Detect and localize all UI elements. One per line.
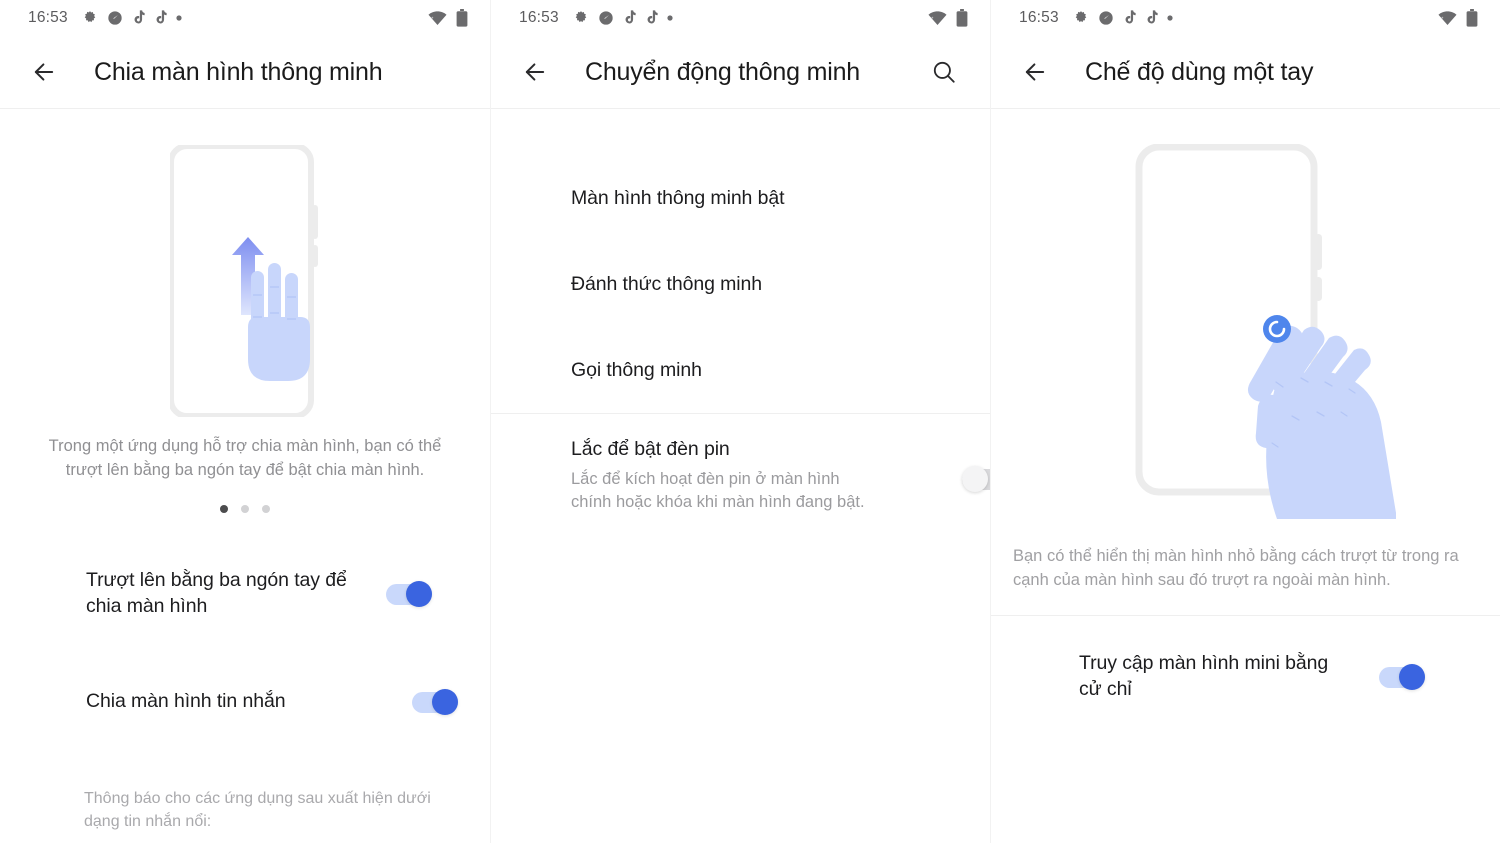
status-bar-time: 16:53 (28, 9, 68, 26)
toggle-knob (432, 688, 458, 715)
list-item-label: Màn hình thông minh bật (571, 186, 785, 209)
toggle-knob (962, 466, 988, 492)
battery-icon (956, 9, 968, 27)
panel-smart-split-screen: 16:53 Chia màn hình thông minh Trong một… (0, 0, 490, 843)
tiktok-note-icon (132, 10, 145, 26)
gear-icon (1073, 10, 1089, 26)
setting-text-block: Lắc để bật đèn pin Lắc để kích hoạt đèn … (571, 438, 962, 515)
status-bar-1: 16:53 (0, 0, 490, 36)
hand-edge-swipe-phone-illustration (991, 109, 1500, 519)
list-item-smart-call[interactable]: Gọi thông minh (491, 327, 990, 413)
app-bar-3: Chế độ dùng một tay (991, 36, 1500, 108)
back-arrow-icon[interactable] (22, 50, 66, 94)
speedometer-icon (1098, 10, 1114, 26)
status-bar-left-icons (82, 10, 182, 26)
status-bar-right-icons (1438, 9, 1478, 27)
setting-row-shake-flashlight[interactable]: Lắc để bật đèn pin Lắc để kích hoạt đèn … (491, 414, 990, 525)
tiktok-note-icon (1145, 10, 1158, 26)
status-bar-right-icons (928, 9, 968, 27)
wifi-icon (1438, 10, 1457, 26)
illustration-description: Trong một ứng dụng hỗ trợ chia màn hình,… (48, 437, 442, 479)
battery-icon (1466, 9, 1478, 27)
pager-dot-1[interactable] (220, 504, 228, 513)
list-item-label: Gọi thông minh (571, 358, 702, 381)
setting-row-three-finger-split[interactable]: Trượt lên bằng ba ngón tay để chia màn h… (0, 557, 490, 631)
gear-icon (573, 10, 589, 26)
footer-note: Thông báo cho các ứng dụng sau xuất hiện… (84, 789, 431, 831)
dot-icon (1167, 15, 1173, 21)
wifi-icon (928, 10, 947, 26)
list-item-label: Đánh thức thông minh (571, 272, 763, 295)
status-bar-left-icons (1073, 10, 1173, 26)
list-item-smart-wake[interactable]: Đánh thức thông minh (491, 241, 990, 327)
setting-row-message-split[interactable]: Chia màn hình tin nhắn (0, 665, 490, 739)
panel-one-handed-mode: 16:53 Chế độ dùng một tay Bạn có thể hiể… (990, 0, 1500, 843)
page-title: Chế độ dùng một tay (1085, 57, 1314, 86)
speedometer-icon (598, 10, 614, 26)
section-divider (991, 614, 1500, 616)
tiktok-note-icon (1123, 10, 1136, 26)
status-bar-right-icons (428, 9, 468, 27)
status-bar-left-icons (573, 10, 673, 26)
status-bar-time: 16:53 (519, 9, 559, 26)
wifi-icon (428, 10, 447, 26)
status-bar-3: 16:53 (991, 0, 1500, 36)
toggle-three-finger-split[interactable] (386, 580, 432, 607)
tiktok-note-icon (623, 10, 636, 26)
status-bar-time: 16:53 (1019, 9, 1059, 26)
app-bar-1: Chia màn hình thông minh (0, 36, 490, 108)
tiktok-note-icon (154, 10, 167, 26)
battery-icon (456, 9, 468, 27)
dot-icon (667, 15, 673, 21)
three-panel-screenshot-comparison: 16:53 Chia màn hình thông minh Trong một… (0, 0, 1500, 843)
pager-dot-3[interactable] (262, 504, 270, 513)
search-icon[interactable] (922, 50, 966, 94)
back-arrow-icon[interactable] (513, 50, 557, 94)
dot-icon (176, 15, 182, 21)
speedometer-icon (107, 10, 123, 26)
status-bar-2: 16:53 (491, 0, 990, 36)
toggle-message-split[interactable] (412, 688, 458, 715)
tiktok-note-icon (645, 10, 658, 26)
setting-sublabel: Lắc để kích hoạt đèn pin ở màn hình chín… (571, 470, 865, 512)
page-title: Chuyển động thông minh (585, 57, 860, 86)
illustration-description: Bạn có thể hiển thị màn hình nhỏ bằng cá… (1013, 547, 1459, 589)
back-arrow-icon[interactable] (1013, 50, 1057, 94)
toggle-mini-screen-gesture[interactable] (1379, 663, 1425, 690)
panel-smart-motion: 16:53 Chuyển động thông minh Màn hình th… (490, 0, 990, 843)
setting-label: Trượt lên bằng ba ngón tay để chia màn h… (86, 568, 347, 617)
app-bar-2: Chuyển động thông minh (491, 36, 990, 108)
page-title: Chia màn hình thông minh (94, 57, 383, 86)
list-item-smart-screen-on[interactable]: Màn hình thông minh bật (491, 155, 990, 241)
toggle-knob (1399, 663, 1425, 690)
three-finger-swipe-up-phone-illustration (0, 109, 490, 417)
toggle-knob (406, 580, 432, 607)
setting-label: Truy cập màn hình mini bằng cử chỉ (1079, 651, 1329, 700)
gear-icon (82, 10, 98, 26)
pager-dot-2[interactable] (241, 504, 249, 513)
setting-label: Lắc để bật đèn pin (571, 438, 730, 460)
pager-dots[interactable] (0, 504, 490, 513)
setting-row-mini-screen-gesture[interactable]: Truy cập màn hình mini bằng cử chỉ (991, 640, 1500, 714)
setting-label: Chia màn hình tin nhắn (86, 689, 286, 712)
